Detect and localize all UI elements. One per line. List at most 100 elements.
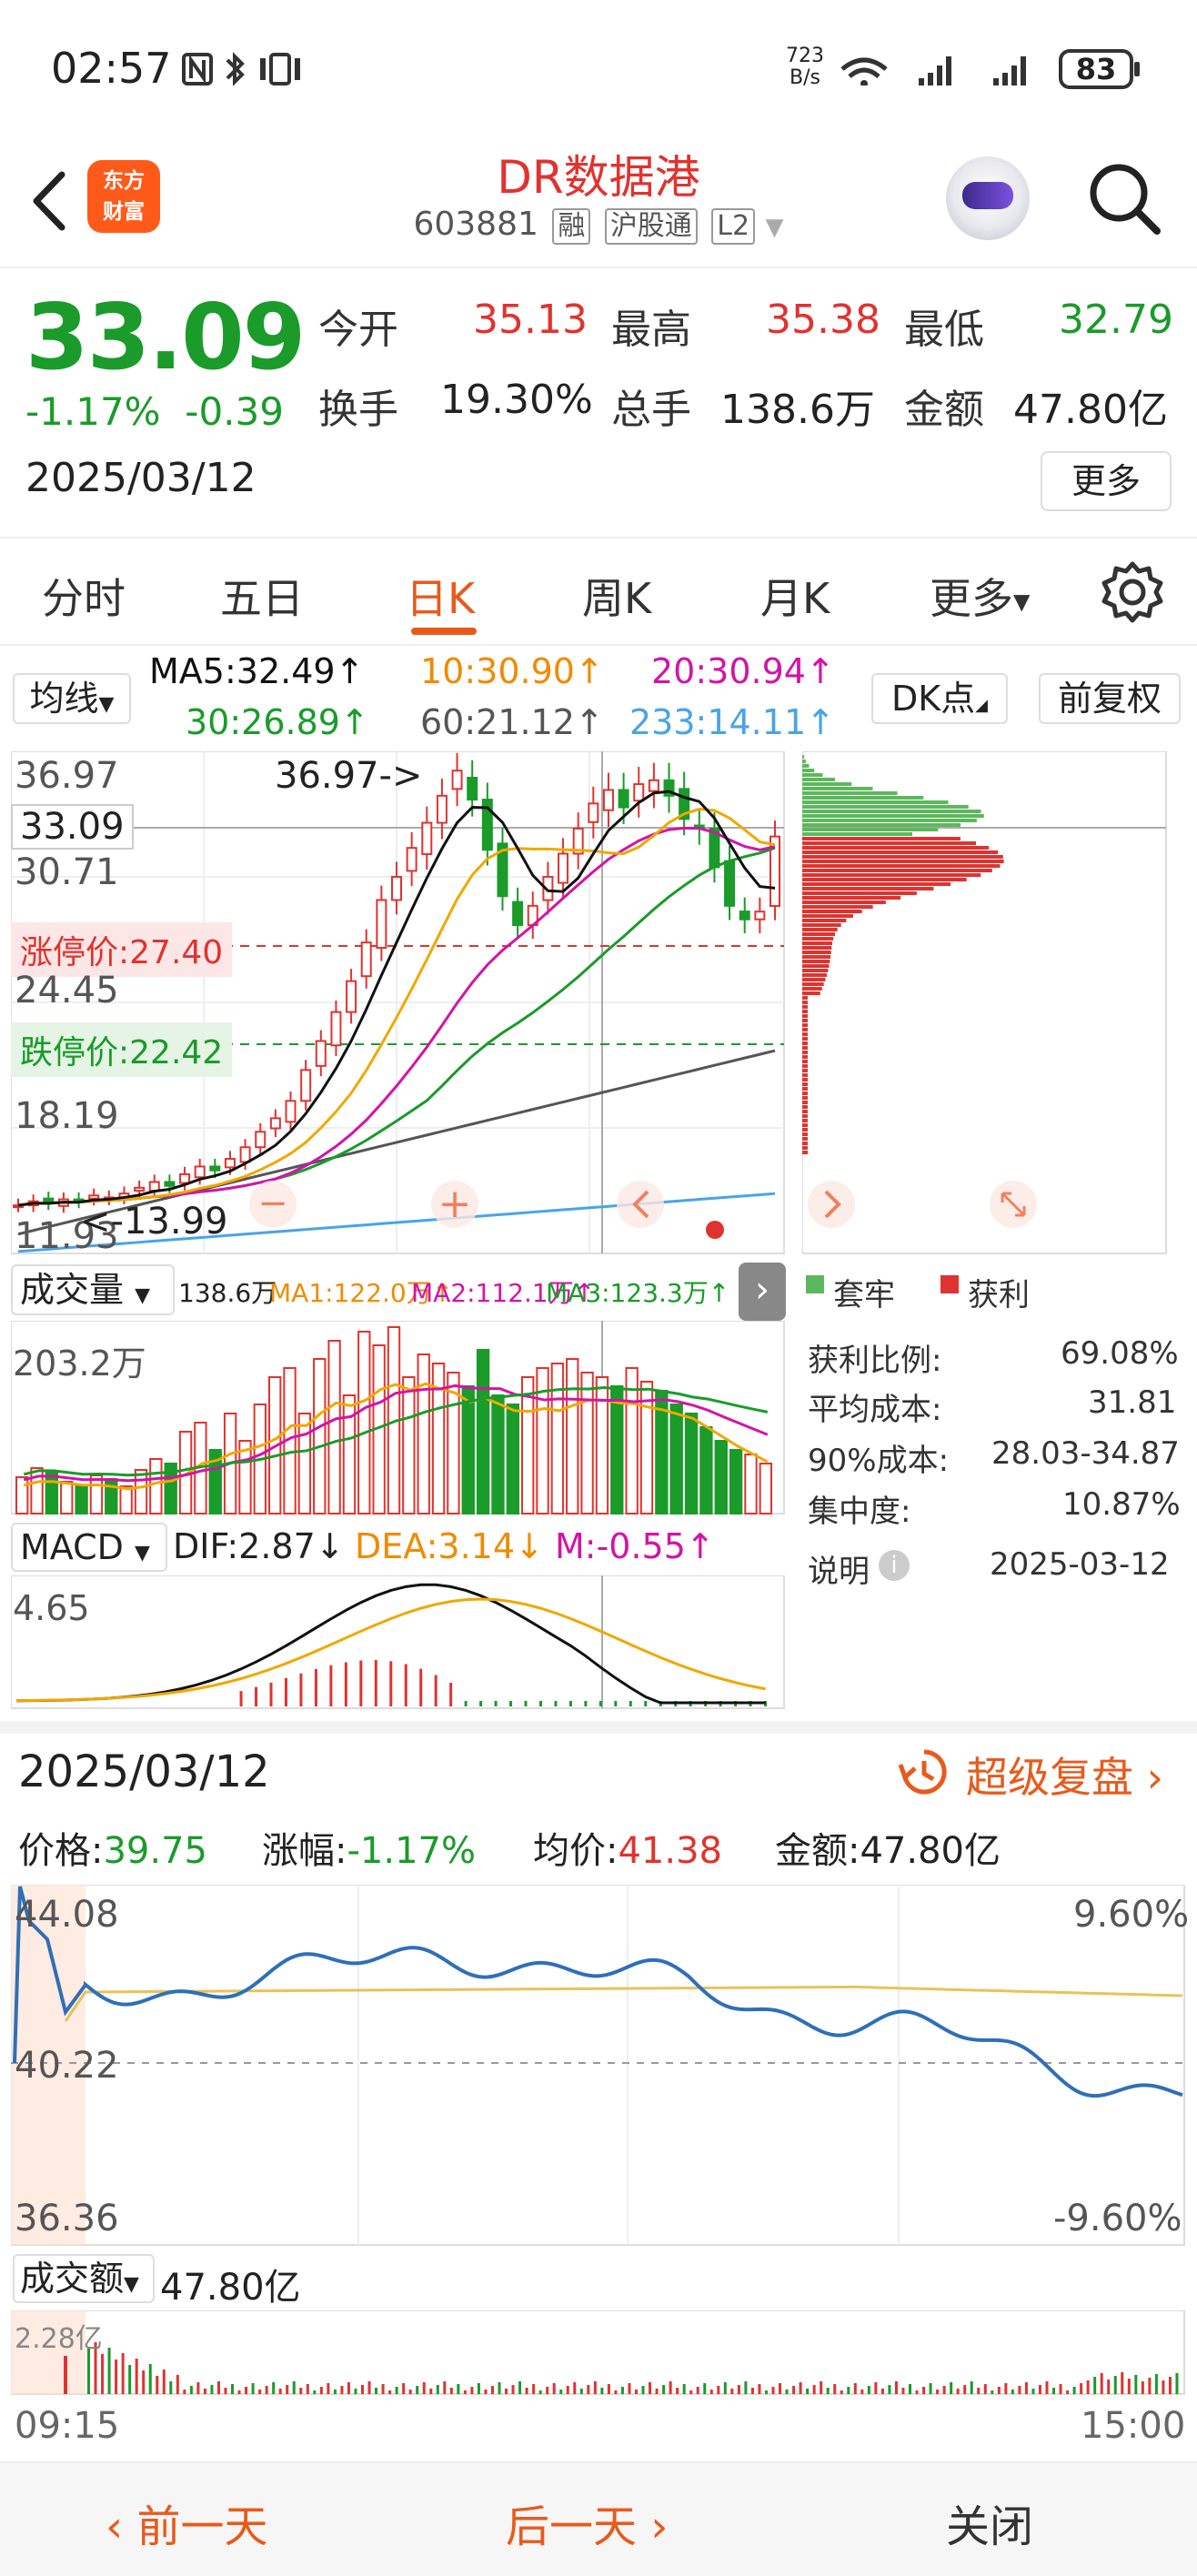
intraday-amount-bar <box>1141 2381 1144 2394</box>
prev-day-button[interactable]: ‹ 前一天 <box>106 2490 267 2554</box>
intraday-amount-bar <box>299 2388 303 2394</box>
search-icon[interactable] <box>1086 160 1162 236</box>
intraday-amount-bar <box>655 2389 659 2394</box>
intraday-amount-bar <box>826 2388 830 2394</box>
chip-bar <box>802 1110 808 1113</box>
tab-weekly-k[interactable]: 周K <box>582 566 651 626</box>
scroll-right-circle[interactable] <box>808 1181 855 1228</box>
tab-intraday[interactable]: 分时 <box>42 566 126 626</box>
chip-bar <box>802 878 967 881</box>
volume-bar <box>119 1485 133 1514</box>
chip-bar <box>802 882 951 886</box>
replay-amount-label: 金额: <box>775 1830 860 1872</box>
intraday-amount-bar <box>744 2381 748 2394</box>
tab-monthly-k[interactable]: 月K <box>760 566 830 626</box>
y-label-1: 36.97 <box>15 755 119 797</box>
candle-body <box>648 779 659 792</box>
quote-date: 2025/03/12 <box>25 455 256 501</box>
tab-five-day[interactable]: 五日 <box>220 566 304 626</box>
intraday-amount-bar <box>1031 2389 1035 2394</box>
corner-triangle-icon: ◢ <box>975 696 989 715</box>
replay-change-value: -1.17% <box>347 1830 476 1872</box>
candle-body <box>512 901 524 927</box>
close-button[interactable]: 关闭 <box>946 2490 1033 2554</box>
current-price: 33.09 <box>25 284 306 390</box>
chip-bar <box>802 905 873 909</box>
volume-bar <box>105 1478 118 1514</box>
chip-bar <box>802 887 934 891</box>
dropdown-icon: ▼ <box>135 1542 150 1565</box>
info-icon[interactable]: i <box>879 1550 910 1581</box>
volume-bar <box>610 1385 624 1514</box>
history-clock-icon[interactable] <box>897 1745 951 1799</box>
dk-point-selector[interactable]: DK点◢ <box>871 673 1008 724</box>
intraday-amount-bar <box>559 2390 563 2394</box>
net-speed-unit: B/s <box>790 66 820 89</box>
ma5-value: MA5:32.49↑ <box>149 651 365 691</box>
intraday-amount-bar <box>498 2382 501 2394</box>
replay-change-row: 涨幅:-1.17% <box>262 1821 476 1874</box>
intraday-amount-bar <box>587 2385 590 2394</box>
adjust-selector[interactable]: 前复权 <box>1039 673 1181 724</box>
candle-body <box>602 789 614 811</box>
indicator-selector[interactable]: 均线▼ <box>13 673 131 724</box>
intraday-amount-bar <box>327 2383 330 2394</box>
intraday-chart[interactable] <box>11 1885 1186 2247</box>
chip-bar <box>802 910 862 913</box>
intraday-amount-bar <box>970 2381 973 2394</box>
intraday-amount-bar <box>1093 2377 1097 2394</box>
volume-bar <box>45 1472 59 1514</box>
macd-dea: DEA:3.14↓ <box>355 1526 544 1566</box>
high-label: 最高 <box>611 307 691 353</box>
intraday-amount-bar <box>785 2390 789 2394</box>
chip-bar <box>802 832 913 836</box>
candle-body <box>633 783 645 802</box>
intraday-amount-bar <box>888 2385 891 2394</box>
scroll-left-circle[interactable] <box>617 1181 664 1228</box>
intraday-amount-bar <box>490 2386 494 2394</box>
gear-icon[interactable] <box>1101 560 1164 624</box>
explain-label[interactable]: 说明 <box>808 1546 870 1591</box>
intraday-amount-bar <box>64 2356 67 2394</box>
volume-bar <box>699 1426 713 1514</box>
intraday-amount-bar <box>901 2388 905 2394</box>
tab-more[interactable]: 更多▼ <box>930 566 1030 626</box>
candle-body <box>376 899 387 950</box>
volume-indicator-selector[interactable]: 成交量 ▼ <box>11 1264 175 1315</box>
next-day-button[interactable]: 后一天 › <box>506 2490 668 2554</box>
chip-distribution-chart <box>802 751 1167 1254</box>
amount-value: 47.80亿 <box>1013 387 1168 433</box>
candle-body <box>330 1011 342 1047</box>
chip-bar <box>802 1032 808 1036</box>
intraday-amount-bar <box>1038 2385 1041 2394</box>
macd-selector[interactable]: MACD ▼ <box>11 1523 167 1572</box>
tag-connect: 沪股通 <box>604 208 698 245</box>
intraday-amount-bar <box>1148 2378 1152 2394</box>
intraday-amount-bar <box>641 2386 645 2394</box>
super-replay-link[interactable]: 超级复盘 › <box>966 1745 1163 1805</box>
replay-price-label: 价格: <box>18 1830 104 1872</box>
intraday-amount-bar <box>1072 2387 1076 2394</box>
intraday-amount-bar <box>156 2376 159 2394</box>
intraday-amount-bar <box>245 2387 248 2394</box>
intraday-amount-bar <box>319 2387 323 2394</box>
tab-daily-k[interactable]: 日K <box>406 566 475 626</box>
intraday-amount-bar <box>730 2389 734 2394</box>
intraday-amount-bar <box>306 2384 309 2394</box>
y-label-3: 24.45 <box>15 970 119 1011</box>
ma60-value: 60:21.12↑ <box>420 702 604 742</box>
volume-bar <box>149 1458 163 1514</box>
macd-chart <box>11 1575 785 1709</box>
intraday-amount-bar <box>847 2387 850 2394</box>
chip-bar <box>802 1046 808 1050</box>
change-percent: -1.17% <box>25 389 161 434</box>
turnover-label: 换手 <box>318 387 398 433</box>
expand-panel-button[interactable]: › <box>739 1263 786 1321</box>
replay-avg-label: 均价: <box>533 1830 619 1872</box>
intraday-amount-bar <box>662 2385 666 2394</box>
intraday-amount-bar <box>956 2389 960 2394</box>
more-quote-button[interactable]: 更多 <box>1041 451 1172 511</box>
amount-selector[interactable]: 成交额▼ <box>13 2254 155 2303</box>
chip-bar <box>802 932 835 936</box>
intraday-amount-bar <box>1018 2386 1021 2394</box>
